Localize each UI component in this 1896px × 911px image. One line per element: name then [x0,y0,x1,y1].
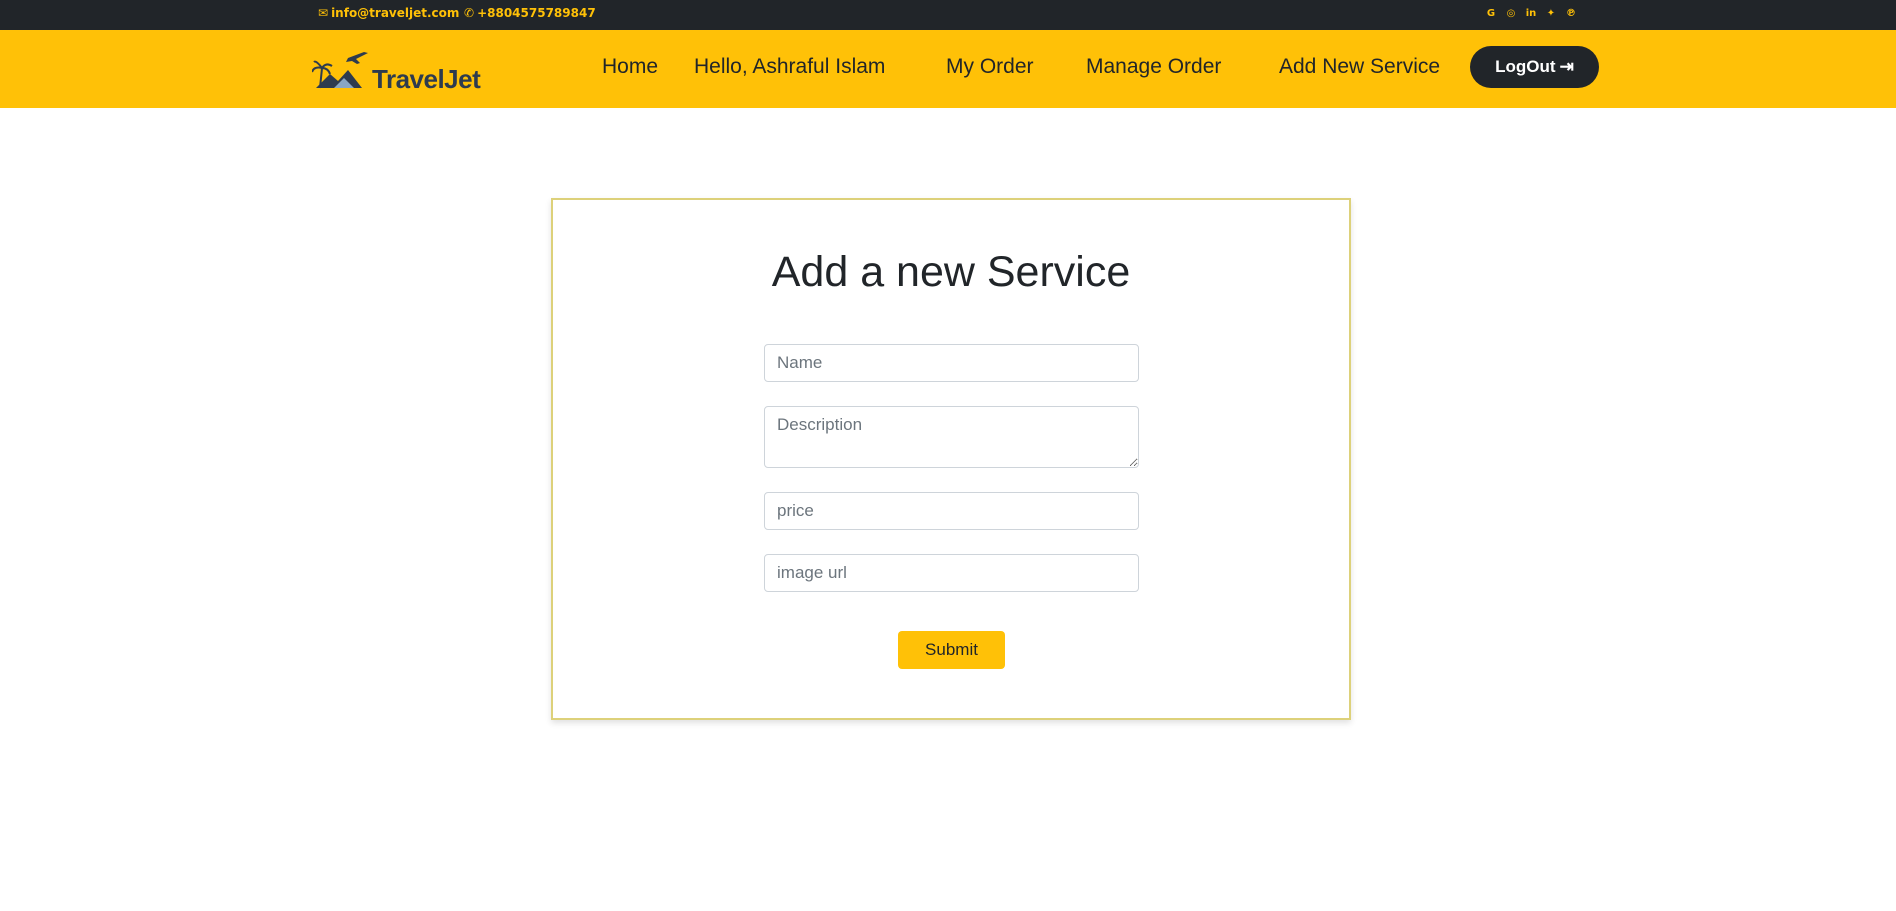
logout-label: LogOut [1495,57,1556,76]
social-links: G ◎ in ✦ ℗ [1484,5,1578,21]
nav-home-link[interactable]: Home [602,55,658,79]
description-textarea[interactable] [764,406,1139,468]
nav-user-greeting[interactable]: Hello, Ashraful Islam [694,55,885,79]
email-contact[interactable]: ✉ info@traveljet.com [318,6,459,20]
top-contact-bar: ✉ info@traveljet.com ✆ +8804575789847 G … [0,0,1896,30]
email-text: info@traveljet.com [331,6,460,20]
price-input[interactable] [764,492,1139,530]
name-input[interactable] [764,344,1139,382]
google-icon[interactable]: G [1484,5,1498,21]
phone-contact[interactable]: ✆ +8804575789847 [464,6,596,20]
nav-my-order-link[interactable]: My Order [946,55,1034,79]
nav-add-service-link[interactable]: Add New Service [1279,55,1440,79]
sign-out-icon: ⇥ [1559,57,1574,76]
instagram-icon[interactable]: ◎ [1504,5,1518,21]
nav-manage-order-link[interactable]: Manage Order [1086,55,1221,79]
linkedin-icon[interactable]: in [1524,5,1538,21]
form-title: Add a new Service [771,248,1131,296]
logout-button[interactable]: LogOut ⇥ [1470,46,1599,88]
twitter-icon[interactable]: ✦ [1544,5,1558,21]
main-navbar: TravelJet Home Hello, Ashraful Islam My … [0,30,1896,108]
pinterest-icon[interactable]: ℗ [1564,5,1578,21]
logo-wordmark: TravelJet [372,64,481,94]
image-url-input[interactable] [764,554,1139,592]
add-service-form-card: Add a new Service Submit [551,198,1351,720]
traveljet-logo[interactable]: TravelJet [312,46,492,94]
phone-icon: ✆ [464,6,475,20]
envelope-icon: ✉ [318,6,329,20]
phone-text: +8804575789847 [477,6,596,20]
submit-button[interactable]: Submit [898,631,1005,669]
